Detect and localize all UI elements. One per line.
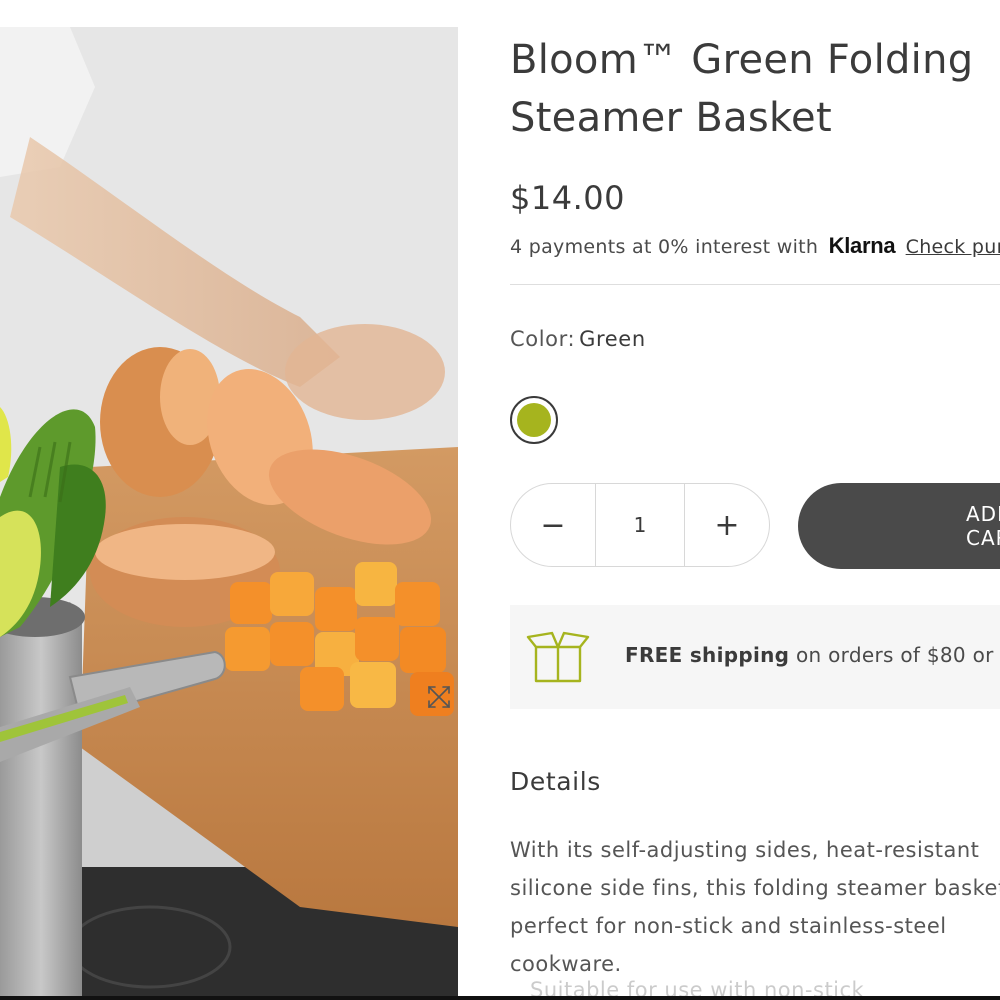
product-image[interactable]	[0, 27, 458, 997]
product-price: $14.00	[510, 179, 625, 217]
klarna-text: 4 payments at 0% interest with	[510, 236, 819, 258]
shipping-banner: FREE shipping on orders of $80 or more	[510, 605, 1000, 709]
details-heading: Details	[510, 767, 601, 796]
color-swatch-green[interactable]	[510, 396, 558, 444]
color-value: Green	[579, 327, 646, 351]
product-photo-illustration	[0, 27, 458, 997]
product-page: Bloom™ Green Folding Steamer Basket $14.…	[0, 0, 1000, 1000]
expand-icon	[428, 686, 450, 708]
top-bar	[0, 0, 1000, 27]
box-icon	[526, 631, 590, 683]
bottom-bar	[0, 996, 1000, 1000]
shipping-strong: FREE shipping	[625, 643, 790, 667]
shipping-rest: on orders of $80 or more	[795, 643, 1000, 667]
swatch-dot	[517, 403, 551, 437]
klarna-payment-line: 4 payments at 0% interest with Klarna Ch…	[510, 233, 1000, 259]
color-selector-label: Color: Green	[510, 327, 646, 351]
quantity-input[interactable]	[595, 484, 685, 566]
quantity-decrease-button[interactable]: −	[511, 484, 595, 566]
klarna-check-link[interactable]: Check purchasing power	[906, 236, 1000, 258]
details-body: With its self-adjusting sides, heat-resi…	[510, 838, 1000, 976]
quantity-increase-button[interactable]: +	[685, 484, 769, 566]
zoom-button[interactable]	[424, 682, 454, 712]
add-to-cart-button[interactable]: ADD TO CART	[798, 483, 1000, 569]
divider	[510, 284, 1000, 285]
product-title: Bloom™ Green Folding Steamer Basket	[510, 37, 974, 141]
klarna-logo: Klarna	[828, 233, 896, 258]
shipping-text: FREE shipping on orders of $80 or more	[625, 643, 1000, 667]
quantity-stepper: − +	[510, 483, 770, 567]
color-label-text: Color:	[510, 327, 576, 351]
